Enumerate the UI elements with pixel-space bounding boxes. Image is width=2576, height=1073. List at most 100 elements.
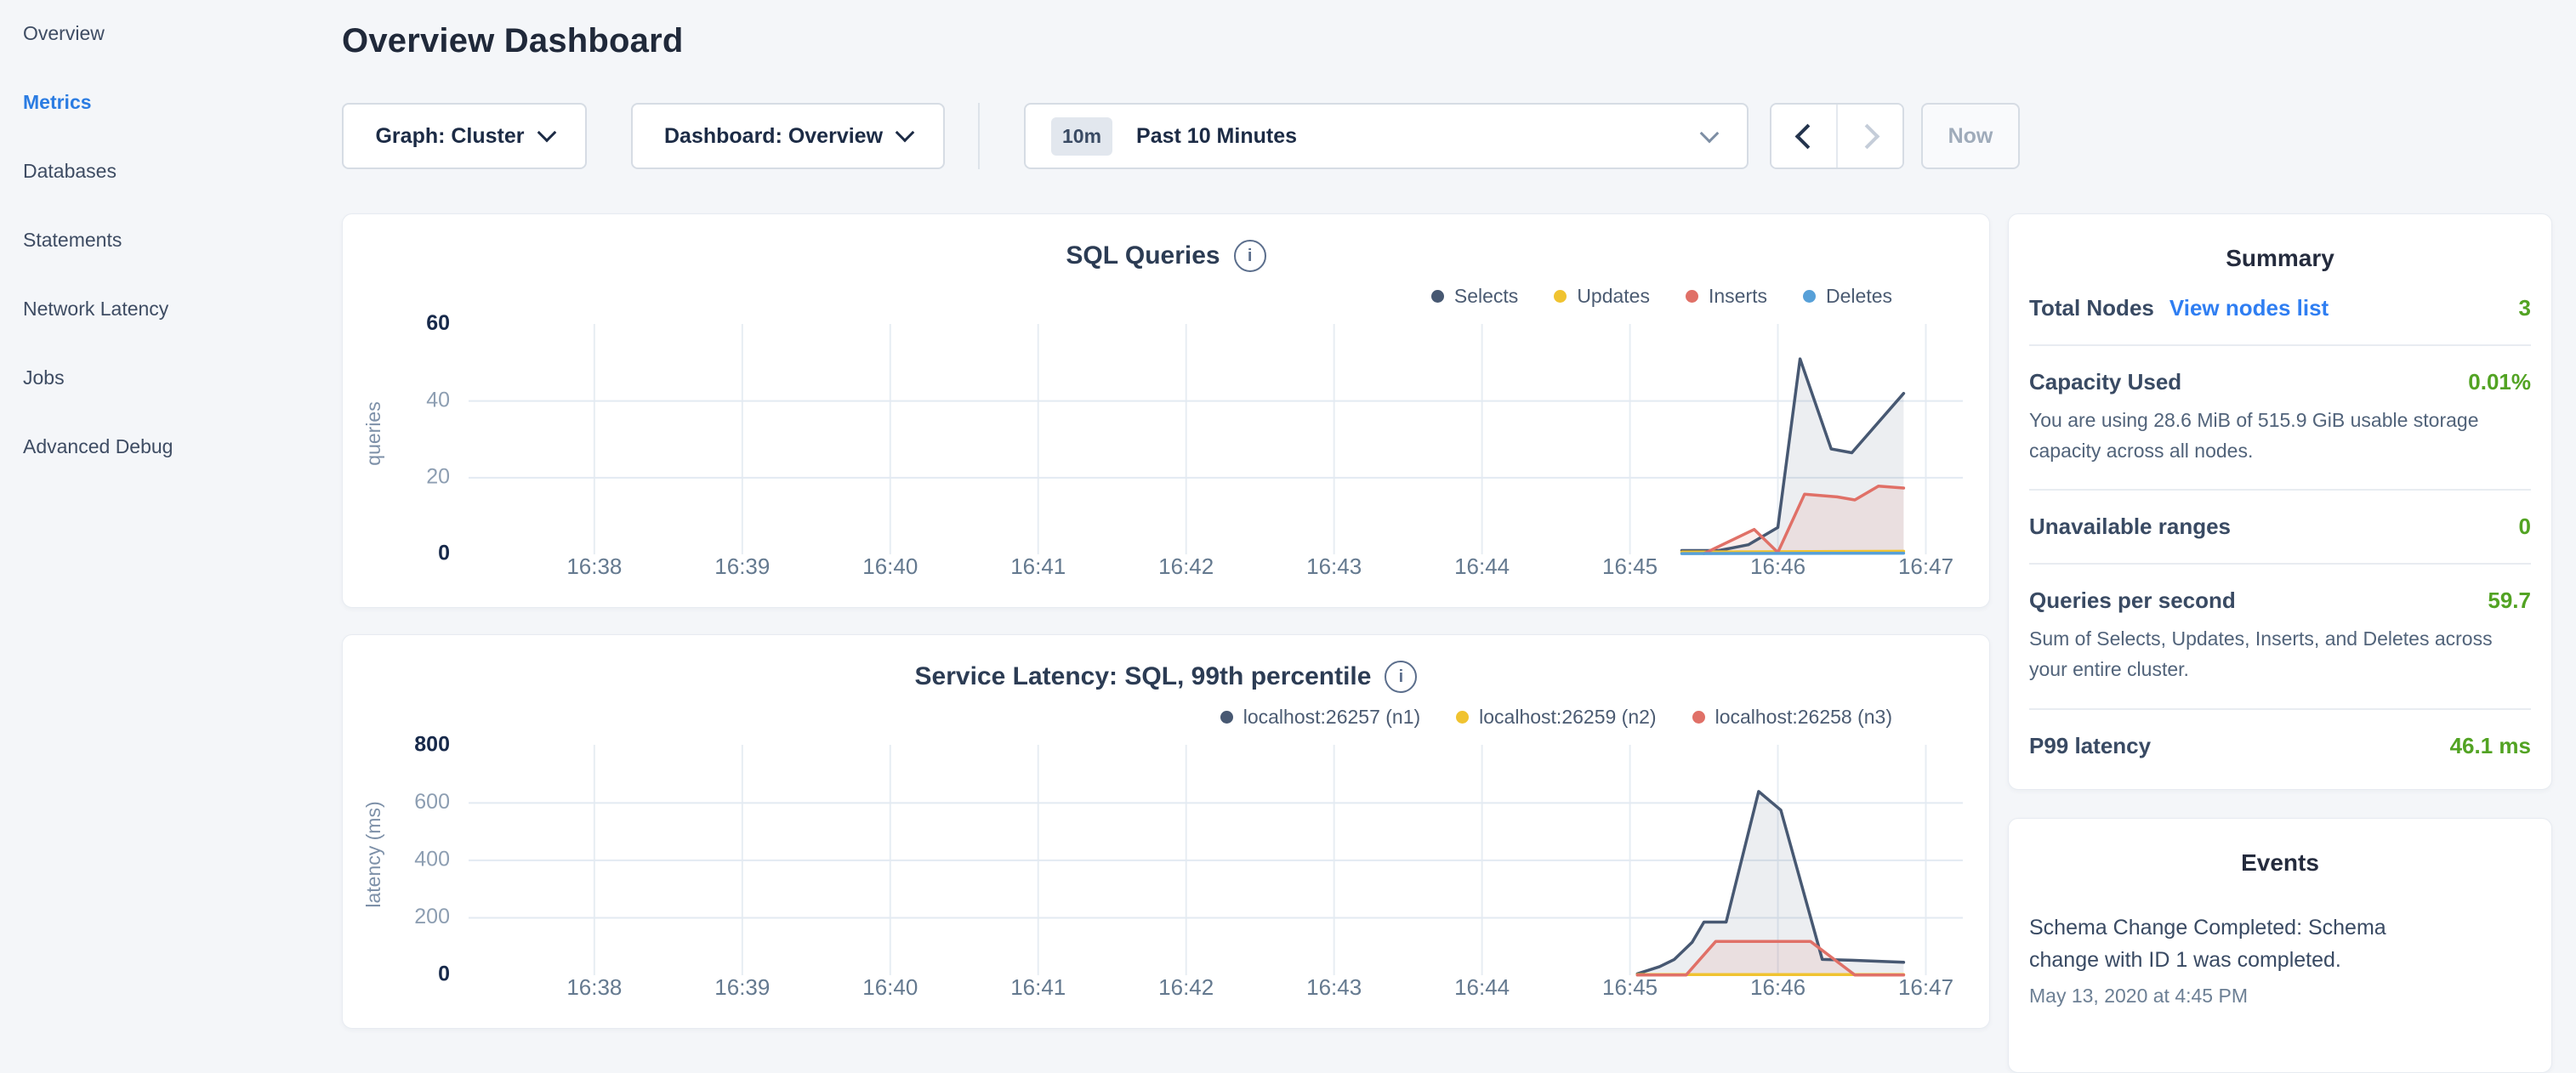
svg-text:16:38: 16:38	[566, 974, 622, 1000]
summary-row-subtext: Sum of Selects, Updates, Inserts, and De…	[2029, 624, 2531, 684]
chevron-left-icon	[1794, 123, 1820, 149]
svg-text:0: 0	[438, 962, 450, 986]
legend-item: Updates	[1554, 285, 1650, 308]
svg-text:16:39: 16:39	[714, 554, 770, 579]
toolbar: Graph: Cluster Dashboard: Overview 10m P…	[342, 103, 2576, 169]
summary-row-p99-latency: P99 latency 46.1 ms	[2029, 710, 2531, 782]
events-panel: Events Schema Change Completed: Schema c…	[2008, 818, 2552, 1073]
summary-row-capacity-used: Capacity Used 0.01% You are using 28.6 M…	[2029, 346, 2531, 491]
sidebar-item-jobs[interactable]: Jobs	[0, 366, 342, 435]
summary-row-value: 59.7	[2488, 588, 2531, 614]
service-latency-chart[interactable]: 16:3816:3916:4016:4116:4216:4316:4416:45…	[343, 734, 1989, 1026]
legend-item: localhost:26258 (n3)	[1692, 706, 1892, 729]
summary-row-value: 46.1 ms	[2450, 733, 2531, 759]
chart-title-row: SQL Queries i	[343, 240, 1989, 272]
right-column: Summary Total Nodes View nodes list 3 Ca…	[2008, 213, 2552, 1073]
toolbar-divider	[978, 103, 980, 169]
summary-row-value: 3	[2519, 295, 2531, 321]
chart-legend: localhost:26257 (n1) localhost:26259 (n2…	[343, 705, 1989, 729]
legend-dot	[1692, 711, 1705, 724]
legend-label: Deletes	[1826, 285, 1892, 308]
legend-label: localhost:26257 (n1)	[1243, 706, 1420, 729]
charts-column: SQL Queries i Selects Updates	[342, 213, 1990, 1073]
chevron-down-icon	[537, 123, 556, 143]
view-nodes-list-link[interactable]: View nodes list	[2169, 295, 2329, 321]
sidebar: Overview Metrics Databases Statements Ne…	[0, 0, 342, 1051]
legend-item: Deletes	[1803, 285, 1892, 308]
legend-item: Inserts	[1686, 285, 1767, 308]
summary-row-label: Total Nodes	[2029, 295, 2154, 321]
next-time-button[interactable]	[1836, 105, 1902, 167]
summary-panel: Summary Total Nodes View nodes list 3 Ca…	[2008, 213, 2552, 790]
sql-queries-chart[interactable]: 16:3816:3916:4016:4116:4216:4316:4416:45…	[343, 313, 1989, 605]
svg-text:16:47: 16:47	[1898, 554, 1953, 579]
legend-label: Inserts	[1709, 285, 1767, 308]
svg-text:16:46: 16:46	[1750, 974, 1805, 1000]
prev-time-button[interactable]	[1771, 105, 1836, 167]
info-icon[interactable]: i	[1385, 661, 1417, 693]
time-range-dropdown[interactable]: 10m Past 10 Minutes	[1024, 103, 1749, 169]
svg-text:16:43: 16:43	[1306, 554, 1362, 579]
summary-title: Summary	[2029, 245, 2531, 272]
svg-text:16:44: 16:44	[1454, 974, 1510, 1000]
legend-dot	[1686, 290, 1698, 303]
dashboard-dropdown-label: Dashboard: Overview	[664, 124, 883, 149]
summary-row-value: 0	[2519, 514, 2531, 540]
svg-text:16:40: 16:40	[862, 974, 918, 1000]
summary-row-queries-per-second: Queries per second 59.7 Sum of Selects, …	[2029, 565, 2531, 709]
svg-text:200: 200	[414, 905, 450, 928]
service-latency-chart-card: Service Latency: SQL, 99th percentile i …	[342, 634, 1990, 1029]
chart-title: Service Latency: SQL, 99th percentile	[915, 662, 1372, 691]
legend-label: localhost:26259 (n2)	[1479, 706, 1656, 729]
svg-text:16:45: 16:45	[1602, 554, 1658, 579]
svg-text:16:40: 16:40	[862, 554, 918, 579]
event-timestamp: May 13, 2020 at 4:45 PM	[2029, 985, 2531, 1008]
legend-item: Selects	[1431, 285, 1518, 308]
sidebar-item-databases[interactable]: Databases	[0, 160, 342, 229]
summary-row-value: 0.01%	[2468, 369, 2531, 395]
svg-text:16:47: 16:47	[1898, 974, 1953, 1000]
svg-text:16:41: 16:41	[1010, 974, 1066, 1000]
chart-title: SQL Queries	[1066, 241, 1220, 270]
list-item[interactable]: Schema Change Completed: Schema change w…	[2029, 912, 2531, 1008]
svg-text:16:42: 16:42	[1158, 554, 1214, 579]
svg-text:600: 600	[414, 790, 450, 814]
svg-text:20: 20	[426, 464, 450, 488]
svg-text:16:46: 16:46	[1750, 554, 1805, 579]
sidebar-item-overview[interactable]: Overview	[0, 22, 342, 91]
svg-text:800: 800	[414, 734, 450, 756]
summary-row-label: P99 latency	[2029, 733, 2151, 759]
svg-text:16:38: 16:38	[566, 554, 622, 579]
sidebar-item-network-latency[interactable]: Network Latency	[0, 298, 342, 366]
event-message: Schema Change Completed: Schema change w…	[2029, 912, 2437, 976]
sidebar-item-metrics[interactable]: Metrics	[0, 91, 342, 160]
summary-row-subtext: You are using 28.6 MiB of 515.9 GiB usab…	[2029, 406, 2531, 466]
dashboard-dropdown[interactable]: Dashboard: Overview	[631, 103, 945, 169]
time-window-badge: 10m	[1051, 117, 1112, 156]
legend-label: Updates	[1577, 285, 1650, 308]
sql-queries-chart-card: SQL Queries i Selects Updates	[342, 213, 1990, 608]
svg-text:latency (ms): latency (ms)	[362, 801, 384, 907]
summary-row-label: Unavailable ranges	[2029, 514, 2231, 540]
svg-text:16:45: 16:45	[1602, 974, 1658, 1000]
time-range-label: Past 10 Minutes	[1136, 124, 1297, 149]
legend-label: localhost:26258 (n3)	[1715, 706, 1892, 729]
svg-text:16:41: 16:41	[1010, 554, 1066, 579]
sidebar-item-advanced-debug[interactable]: Advanced Debug	[0, 435, 342, 504]
sidebar-item-statements[interactable]: Statements	[0, 229, 342, 298]
graph-dropdown[interactable]: Graph: Cluster	[342, 103, 587, 169]
legend-dot	[1220, 711, 1233, 724]
info-icon[interactable]: i	[1234, 240, 1266, 272]
now-button[interactable]: Now	[1921, 103, 2020, 169]
svg-text:400: 400	[414, 848, 450, 871]
legend-label: Selects	[1454, 285, 1518, 308]
summary-row-label: Queries per second	[2029, 588, 2236, 614]
svg-text:16:39: 16:39	[714, 974, 770, 1000]
svg-text:0: 0	[438, 542, 450, 565]
legend-dot	[1431, 290, 1444, 303]
svg-text:queries: queries	[362, 401, 384, 465]
legend-item: localhost:26259 (n2)	[1456, 706, 1656, 729]
legend-item: localhost:26257 (n1)	[1220, 706, 1420, 729]
summary-row-total-nodes: Total Nodes View nodes list 3	[2029, 272, 2531, 346]
summary-row-label: Capacity Used	[2029, 369, 2181, 395]
